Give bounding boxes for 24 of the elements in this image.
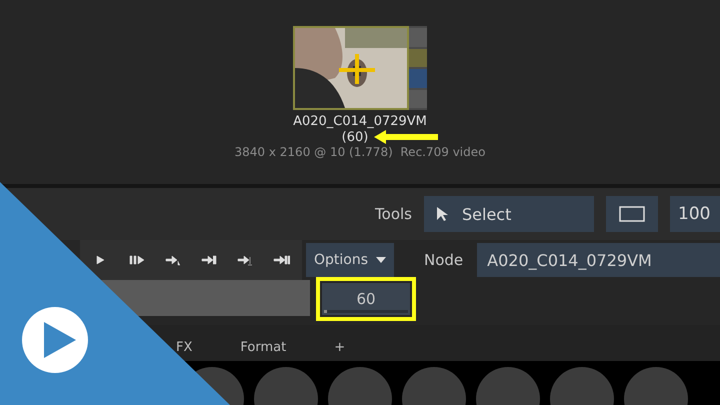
node-label: Node [424,251,464,269]
clip-info: 3840 x 2160 @ 10 (1.778) Rec.709 video [234,145,486,159]
tab[interactable]: + [334,340,346,355]
rectangle-icon [619,206,645,222]
tab[interactable]: FX [176,340,192,355]
tools-label: Tools [375,205,412,223]
transport-icon[interactable] [272,253,290,267]
zoom-field[interactable]: 100 [670,196,720,232]
options-dropdown[interactable]: Options [306,243,394,277]
transport-icon[interactable] [236,253,254,267]
value-field[interactable]: 60 [322,282,410,314]
frame-count: (60) [342,130,368,144]
video-play-overlay[interactable] [0,182,230,405]
node-field[interactable]: A020_C014_0729VM [477,243,720,277]
pointer-icon [436,206,448,222]
transport-icon[interactable] [164,253,182,267]
clip-name: A020_C014_0729VM [293,114,427,129]
transport-icon[interactable] [200,253,218,267]
caret-icon [376,257,386,263]
rectangle-tool-button[interactable] [606,196,658,232]
transport-icon[interactable] [128,253,146,267]
annotation-arrow [374,129,438,145]
select-tool-button[interactable]: Select [424,196,594,232]
tab[interactable]: Format [240,340,286,355]
